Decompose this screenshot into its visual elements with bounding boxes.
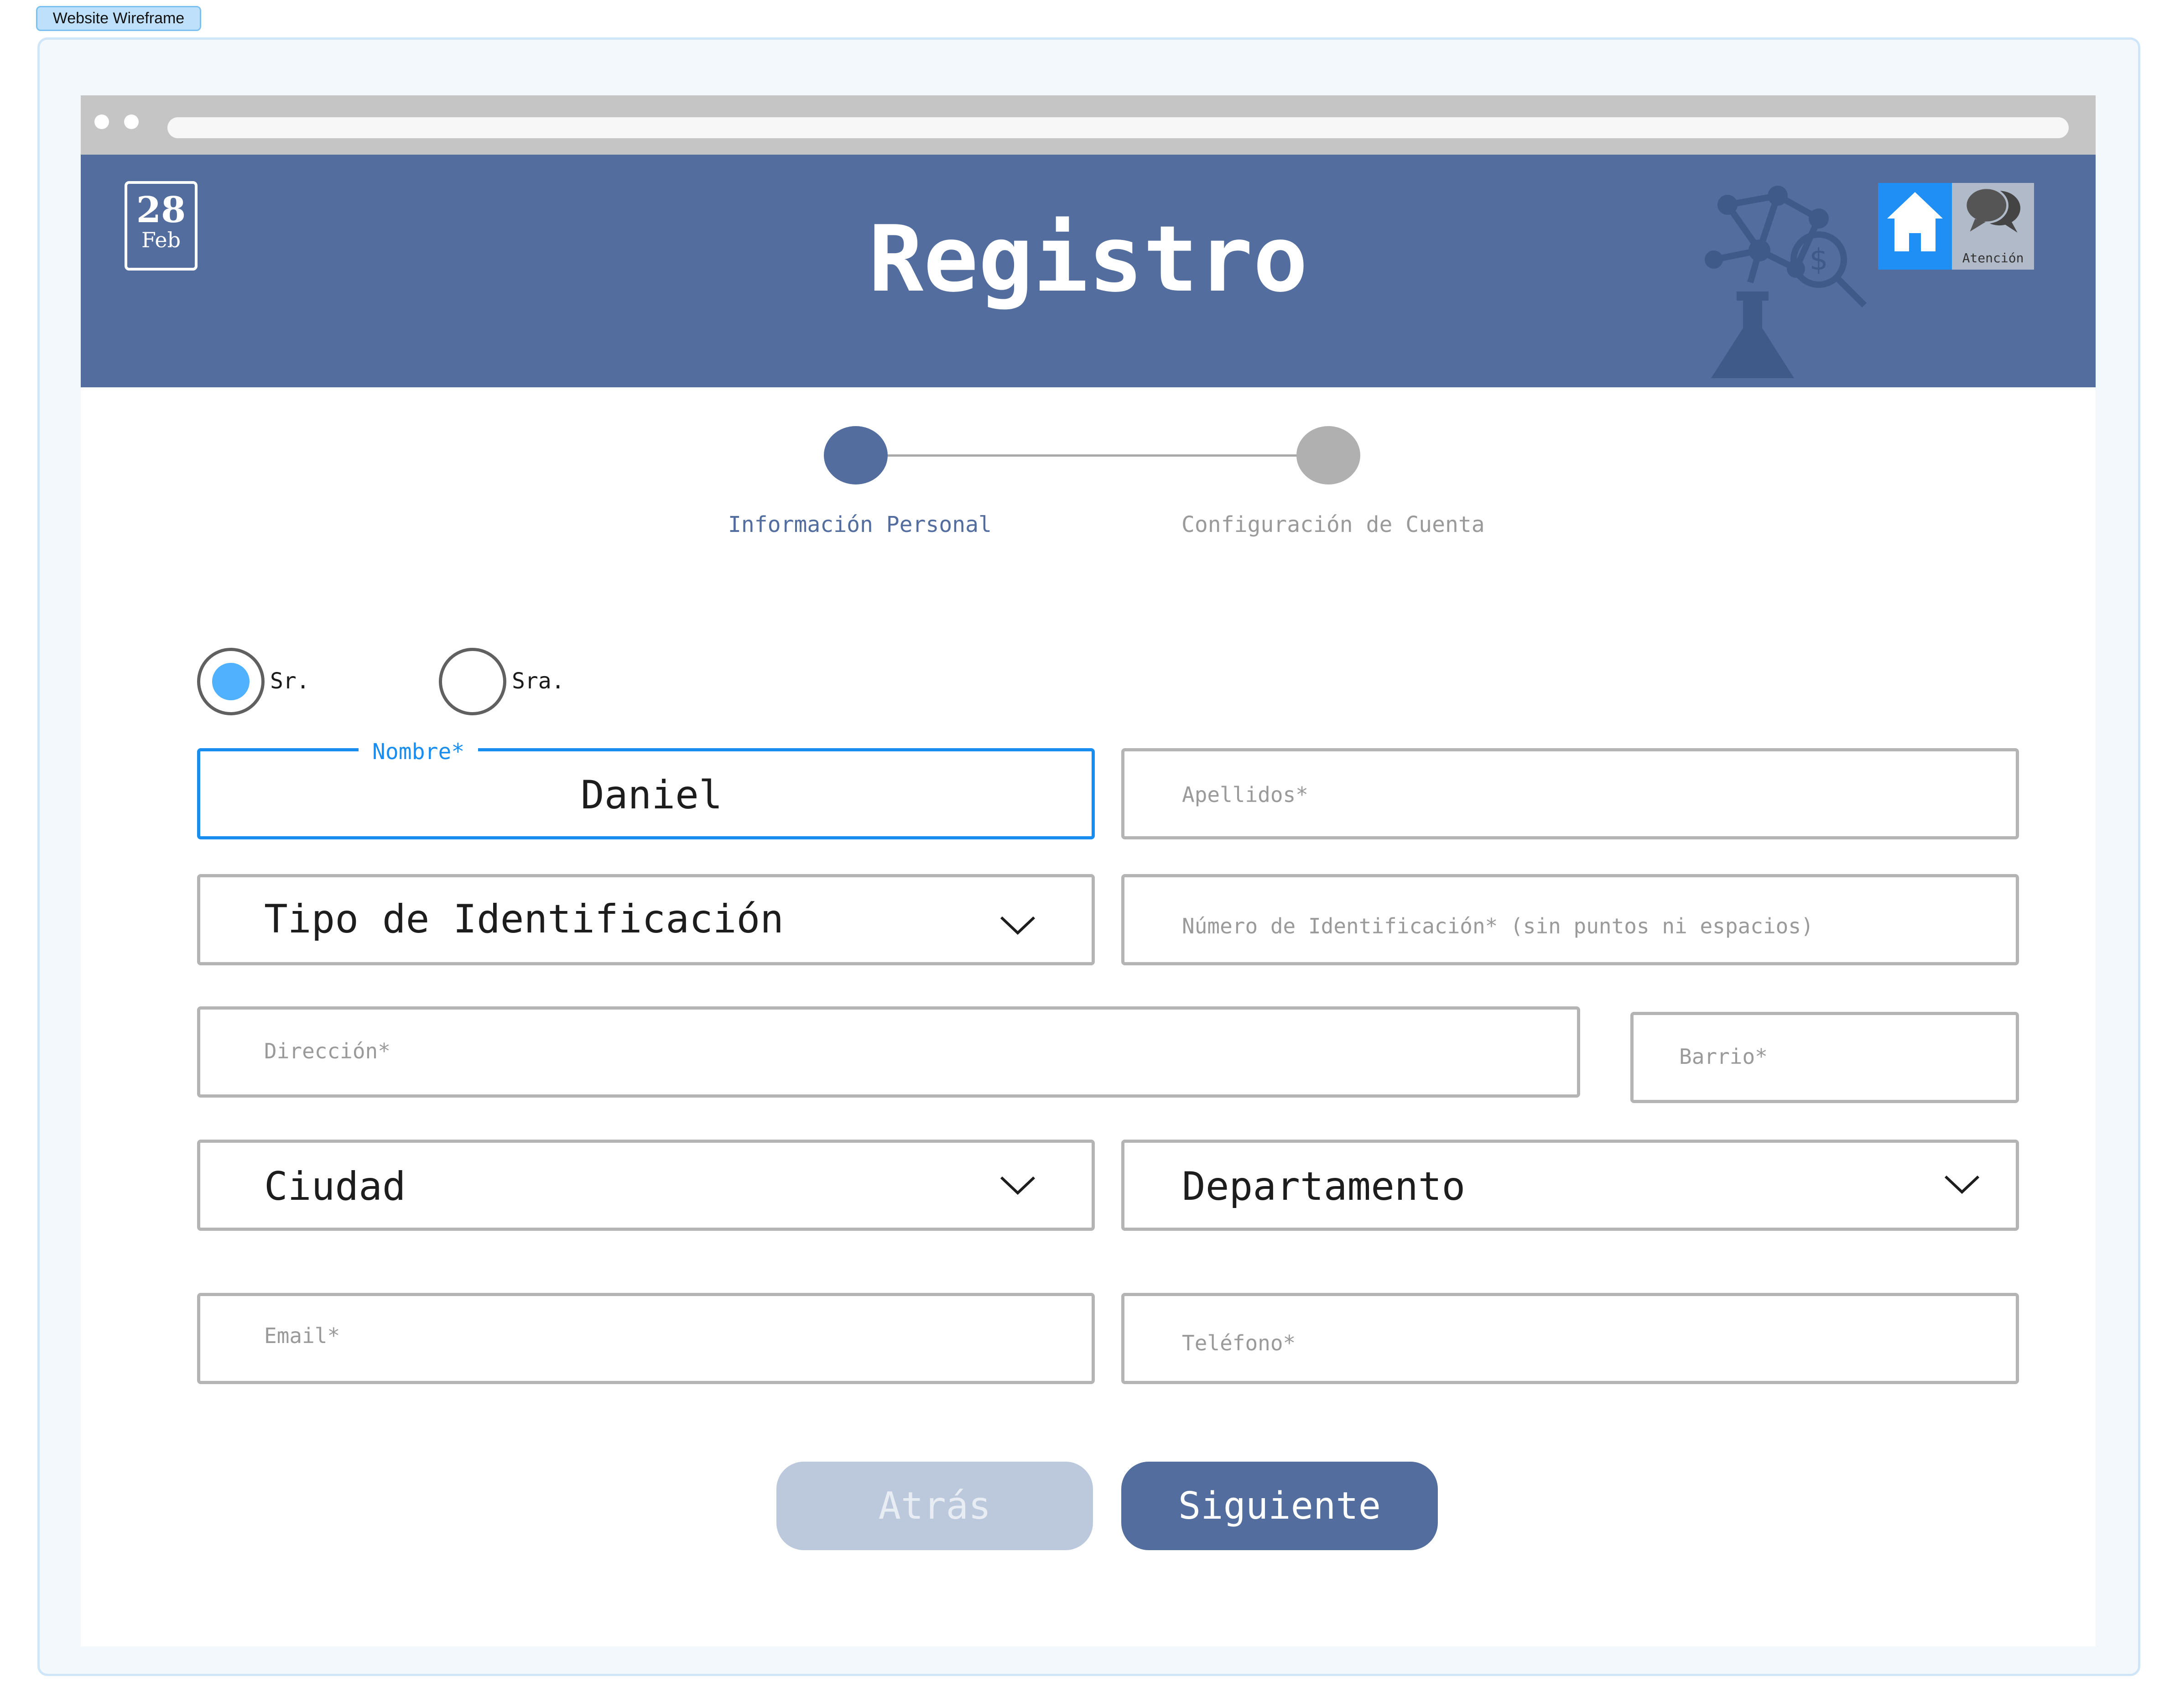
step-label-account-config[interactable]: Configuración de Cuenta (1181, 512, 1485, 537)
radio-sr-label: Sr. (270, 668, 310, 694)
window-dot[interactable] (124, 115, 139, 129)
tipo-identificacion-select[interactable]: Tipo de Identificación (197, 874, 1095, 965)
home-icon (1887, 192, 1943, 251)
apellidos-placeholder: Apellidos* (1182, 782, 1308, 807)
chevron-down-icon (1944, 1175, 1980, 1194)
barrio-placeholder: Barrio* (1679, 1044, 1768, 1069)
ciudad-select[interactable]: Ciudad (197, 1140, 1095, 1231)
radio-sr[interactable] (197, 648, 265, 715)
science-network-icon: $ (1705, 186, 1867, 378)
window-dot[interactable] (94, 115, 109, 129)
home-button[interactable] (1878, 183, 1952, 270)
chevron-down-icon (1000, 1176, 1035, 1195)
departamento-select[interactable]: Departamento (1121, 1140, 2019, 1231)
nombre-label: Nombre* (359, 739, 479, 765)
radio-sra[interactable] (439, 648, 506, 715)
telefono-field[interactable]: Teléfono* (1121, 1293, 2019, 1384)
attention-label: Atención (1962, 250, 2024, 266)
numero-identificacion-placeholder: Número de Identificación* (sin puntos ni… (1182, 914, 1814, 938)
page-header: 28 Feb Registro $ Atención (81, 155, 2096, 387)
barrio-field[interactable]: Barrio* (1630, 1012, 2019, 1103)
back-button[interactable]: Atrás (776, 1462, 1093, 1550)
nombre-value: Daniel (581, 772, 723, 818)
step-dot-account-config[interactable] (1296, 426, 1360, 484)
direccion-placeholder: Dirección* (264, 1039, 390, 1063)
radio-sra-label: Sra. (512, 668, 565, 694)
browser-chrome (81, 95, 2096, 155)
radio-sr-selected-dot (212, 663, 250, 700)
nombre-field[interactable]: Daniel (197, 748, 1095, 839)
next-button[interactable]: Siguiente (1121, 1462, 1438, 1550)
stepper-connector (887, 454, 1297, 457)
numero-identificacion-field[interactable]: Número de Identificación* (sin puntos ni… (1121, 874, 2019, 965)
telefono-placeholder: Teléfono* (1182, 1331, 1296, 1355)
attention-button[interactable]: Atención (1952, 183, 2034, 270)
email-placeholder: Email* (264, 1323, 340, 1348)
direccion-field[interactable]: Dirección* (197, 1006, 1580, 1098)
step-dot-personal-info[interactable] (824, 426, 888, 484)
svg-text:$: $ (1810, 243, 1828, 277)
chevron-down-icon (1000, 916, 1035, 935)
ciudad-value: Ciudad (264, 1164, 406, 1209)
departamento-value: Departamento (1182, 1164, 1466, 1209)
apellidos-field[interactable]: Apellidos* (1121, 748, 2019, 839)
browser-window: 28 Feb Registro $ Atención (81, 95, 2096, 1646)
chat-bubbles-icon (1964, 187, 2020, 233)
step-label-personal-info[interactable]: Información Personal (728, 512, 992, 537)
tipo-identificacion-value: Tipo de Identificación (264, 896, 784, 942)
frame-tag: Website Wireframe (36, 6, 201, 31)
address-bar[interactable] (167, 117, 2069, 138)
email-field[interactable]: Email* (197, 1293, 1095, 1384)
